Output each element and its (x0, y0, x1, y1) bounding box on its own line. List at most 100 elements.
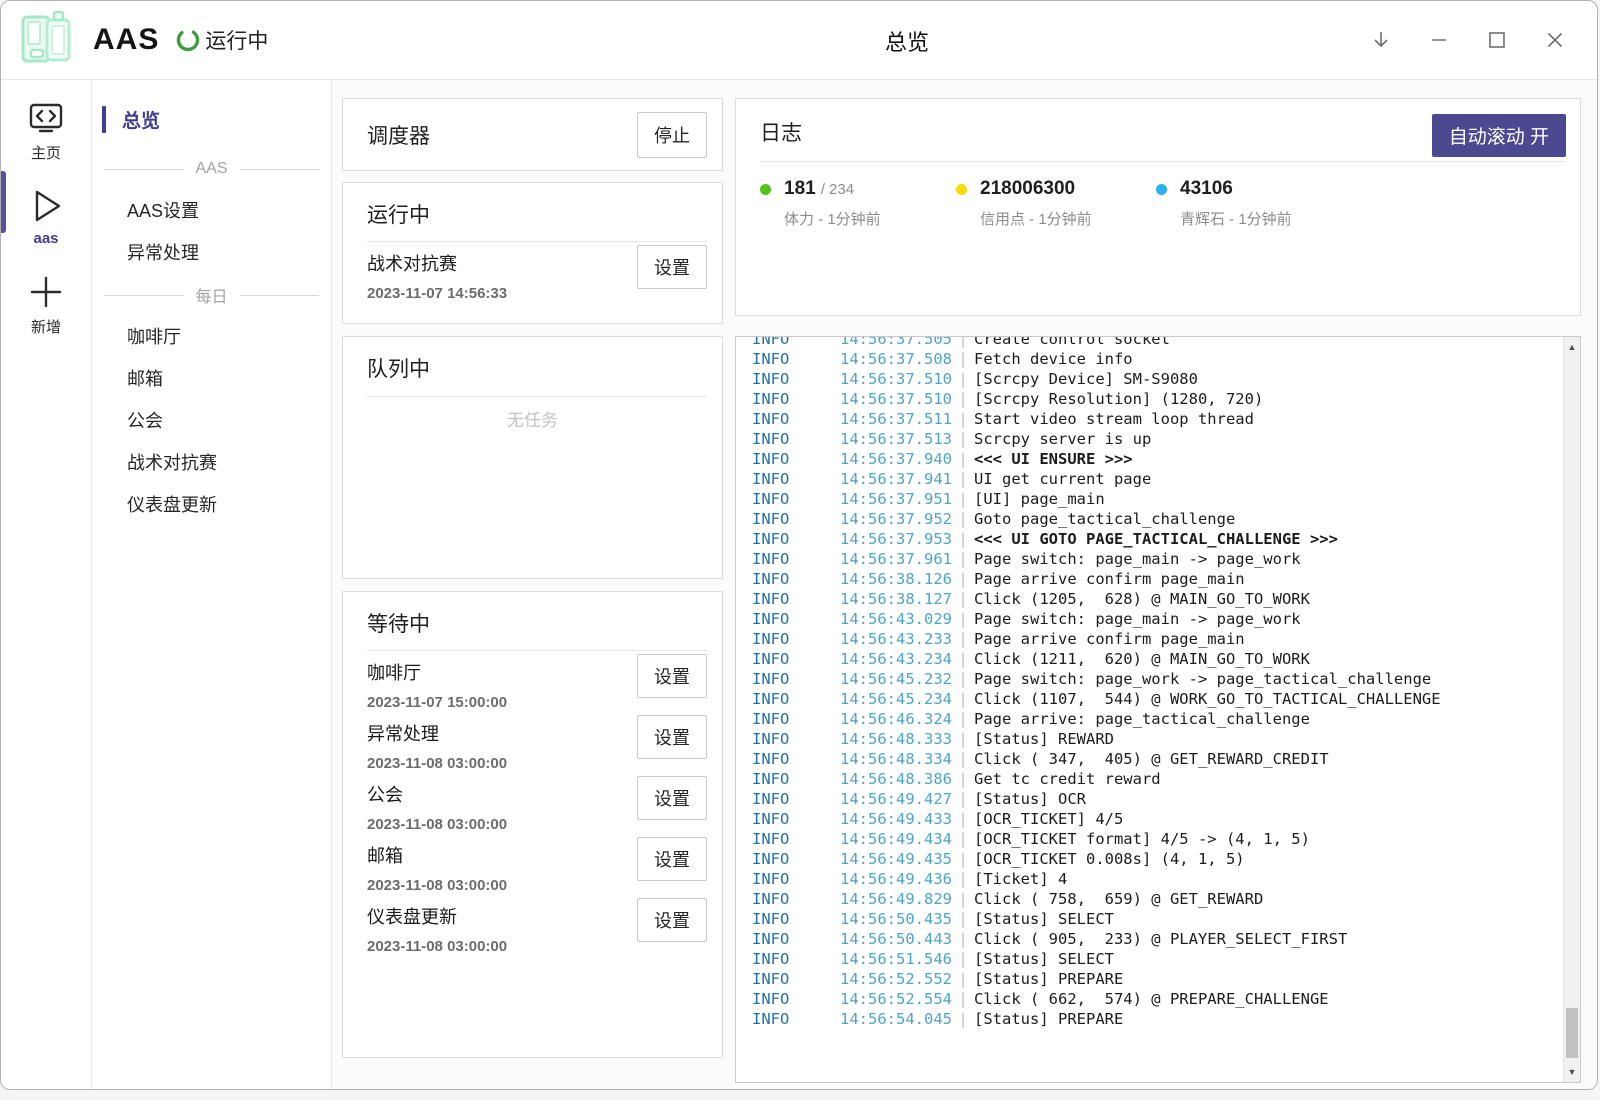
window-controls (1369, 1, 1567, 79)
settings-button[interactable]: 设置 (637, 245, 707, 289)
log-message: Click ( 905, 233) @ PLAYER_SELECT_FIRST (974, 929, 1347, 949)
log-level: INFO (752, 629, 840, 649)
scheduler-status-text: 运行中 (205, 25, 268, 55)
log-line: INFO14:56:37.941|UI get current page (752, 469, 1563, 489)
stat-label: 信用点 - 1分钟前 (980, 208, 1092, 229)
log-line: INFO14:56:46.324|Page arrive: page_tacti… (752, 709, 1563, 729)
log-separator: | (952, 869, 974, 889)
log-timestamp: 14:56:43.233 (840, 629, 952, 649)
log-level: INFO (752, 729, 840, 749)
app-window: AAS 运行中 总览 (0, 0, 1598, 1090)
log-timestamp: 14:56:52.552 (840, 969, 952, 989)
log-scrollbar[interactable]: ▲ ▼ (1563, 337, 1580, 1082)
resource-stat: 181/ 234体力 - 1分钟前 (760, 178, 881, 229)
home-code-monitor-icon (26, 99, 66, 137)
settings-button[interactable]: 设置 (637, 837, 707, 881)
log-timestamp: 14:56:45.234 (840, 689, 952, 709)
log-timestamp: 14:56:37.951 (840, 489, 952, 509)
log-line: INFO14:56:49.436|[Ticket] 4 (752, 869, 1563, 889)
stat-value-row: 218006300 (956, 178, 1092, 200)
log-separator: | (952, 789, 974, 809)
settings-button[interactable]: 设置 (637, 898, 707, 942)
sidebar-item[interactable]: 公会 (92, 400, 331, 442)
sidebar-item[interactable]: 仪表盘更新 (92, 484, 331, 526)
sidebar-item-overview[interactable]: 总览 (92, 104, 331, 134)
log-timestamp: 14:56:50.435 (840, 909, 952, 929)
log-line: INFO14:56:37.510|[Scrcpy Resolution] (12… (752, 389, 1563, 409)
log-message: UI get current page (974, 469, 1151, 489)
log-separator: | (952, 337, 974, 349)
log-message: Click ( 347, 405) @ GET_REWARD_CREDIT (974, 749, 1329, 769)
log-line: INFO14:56:38.126|Page arrive confirm pag… (752, 569, 1563, 589)
rail-item-label: aas (33, 230, 58, 247)
log-level: INFO (752, 689, 840, 709)
download-icon[interactable] (1369, 28, 1393, 52)
rail-item-new[interactable]: 新增 (1, 273, 91, 337)
settings-button[interactable]: 设置 (637, 715, 707, 759)
log-line: INFO14:56:54.045|[Status] PREPARE (752, 1009, 1563, 1029)
log-line: INFO14:56:37.961|Page switch: page_main … (752, 549, 1563, 569)
log-line: INFO14:56:37.952|Goto page_tactical_chal… (752, 509, 1563, 529)
rail-item-aas[interactable]: aas (1, 187, 91, 247)
log-line: INFO14:56:37.513|Scrcpy server is up (752, 429, 1563, 449)
log-message: [Status] REWARD (974, 729, 1114, 749)
log-line: INFO14:56:48.386|Get tc credit reward (752, 769, 1563, 789)
log-message: Start video stream loop thread (974, 409, 1254, 429)
log-timestamp: 14:56:37.961 (840, 549, 952, 569)
log-message: Page arrive: page_tactical_challenge (974, 709, 1310, 729)
scrollbar-thumb[interactable] (1566, 1008, 1578, 1058)
log-timestamp: 14:56:50.443 (840, 929, 952, 949)
sidebar-item[interactable]: AAS设置 (92, 190, 331, 232)
sidebar: 总览 AASAAS设置异常处理每日咖啡厅邮箱公会战术对抗赛仪表盘更新 (92, 80, 332, 1090)
log-message: [Scrcpy Device] SM-S9080 (974, 369, 1198, 389)
log-line: INFO14:56:49.433|[OCR_TICKET] 4/5 (752, 809, 1563, 829)
log-level: INFO (752, 769, 840, 789)
log-line: INFO14:56:52.552|[Status] PREPARE (752, 969, 1563, 989)
log-line: INFO14:56:37.951|[UI] page_main (752, 489, 1563, 509)
log-timestamp: 14:56:37.510 (840, 389, 952, 409)
log-level: INFO (752, 1009, 840, 1029)
queue-empty-text: 无任务 (343, 406, 722, 431)
settings-button[interactable]: 设置 (637, 654, 707, 698)
log-level: INFO (752, 509, 840, 529)
scroll-down-icon[interactable]: ▼ (1564, 1064, 1580, 1080)
screen: AAS 运行中 总览 (0, 0, 1600, 1100)
log-line: INFO14:56:37.953|<<< UI GOTO PAGE_TACTIC… (752, 529, 1563, 549)
sidebar-section-divider: 每日 (92, 274, 331, 316)
log-message: [Ticket] 4 (974, 869, 1067, 889)
play-icon (26, 187, 66, 225)
log-scroll-area[interactable]: INFO14:56:37.505|Create control socketIN… (736, 337, 1563, 1082)
rail-item-home[interactable]: 主页 (1, 99, 91, 163)
log-separator: | (952, 529, 974, 549)
log-message: Click (1107, 544) @ WORK_GO_TO_TACTICAL_… (974, 689, 1441, 709)
log-message: <<< UI ENSURE >>> (974, 449, 1133, 469)
sidebar-item[interactable]: 战术对抗赛 (92, 442, 331, 484)
close-icon[interactable] (1543, 28, 1567, 52)
sidebar-item[interactable]: 咖啡厅 (92, 316, 331, 358)
log-separator: | (952, 849, 974, 869)
sidebar-item[interactable]: 异常处理 (92, 232, 331, 274)
stat-dot-icon (1156, 184, 1167, 195)
log-message: Click (1211, 620) @ MAIN_GO_TO_WORK (974, 649, 1310, 669)
log-message: <<< UI GOTO PAGE_TACTICAL_CHALLENGE >>> (974, 529, 1338, 549)
titlebar: AAS 运行中 总览 (1, 1, 1597, 80)
log-separator: | (952, 729, 974, 749)
log-output-box: INFO14:56:37.505|Create control socketIN… (735, 336, 1581, 1083)
sidebar-item[interactable]: 邮箱 (92, 358, 331, 400)
app-logo-icon (11, 8, 77, 72)
settings-button[interactable]: 设置 (637, 776, 707, 820)
maximize-icon[interactable] (1485, 28, 1509, 52)
log-line: INFO14:56:38.127|Click (1205, 628) @ MAI… (752, 589, 1563, 609)
autoscroll-toggle-button[interactable]: 自动滚动 开 (1432, 114, 1566, 157)
log-timestamp: 14:56:38.126 (840, 569, 952, 589)
log-message: [OCR_TICKET format] 4/5 -> (4, 1, 5) (974, 829, 1310, 849)
log-separator: | (952, 549, 974, 569)
sidebar-item-label: 总览 (122, 106, 160, 133)
waiting-task-row: 异常处理2023-11-08 03:00:00设置 (343, 712, 722, 773)
waiting-task-row: 咖啡厅2023-11-07 15:00:00设置 (343, 651, 722, 712)
scroll-up-icon[interactable]: ▲ (1564, 339, 1580, 355)
minimize-icon[interactable] (1427, 28, 1451, 52)
stop-button[interactable]: 停止 (637, 112, 707, 158)
log-line: INFO14:56:37.510|[Scrcpy Device] SM-S908… (752, 369, 1563, 389)
log-message: Goto page_tactical_challenge (974, 509, 1235, 529)
